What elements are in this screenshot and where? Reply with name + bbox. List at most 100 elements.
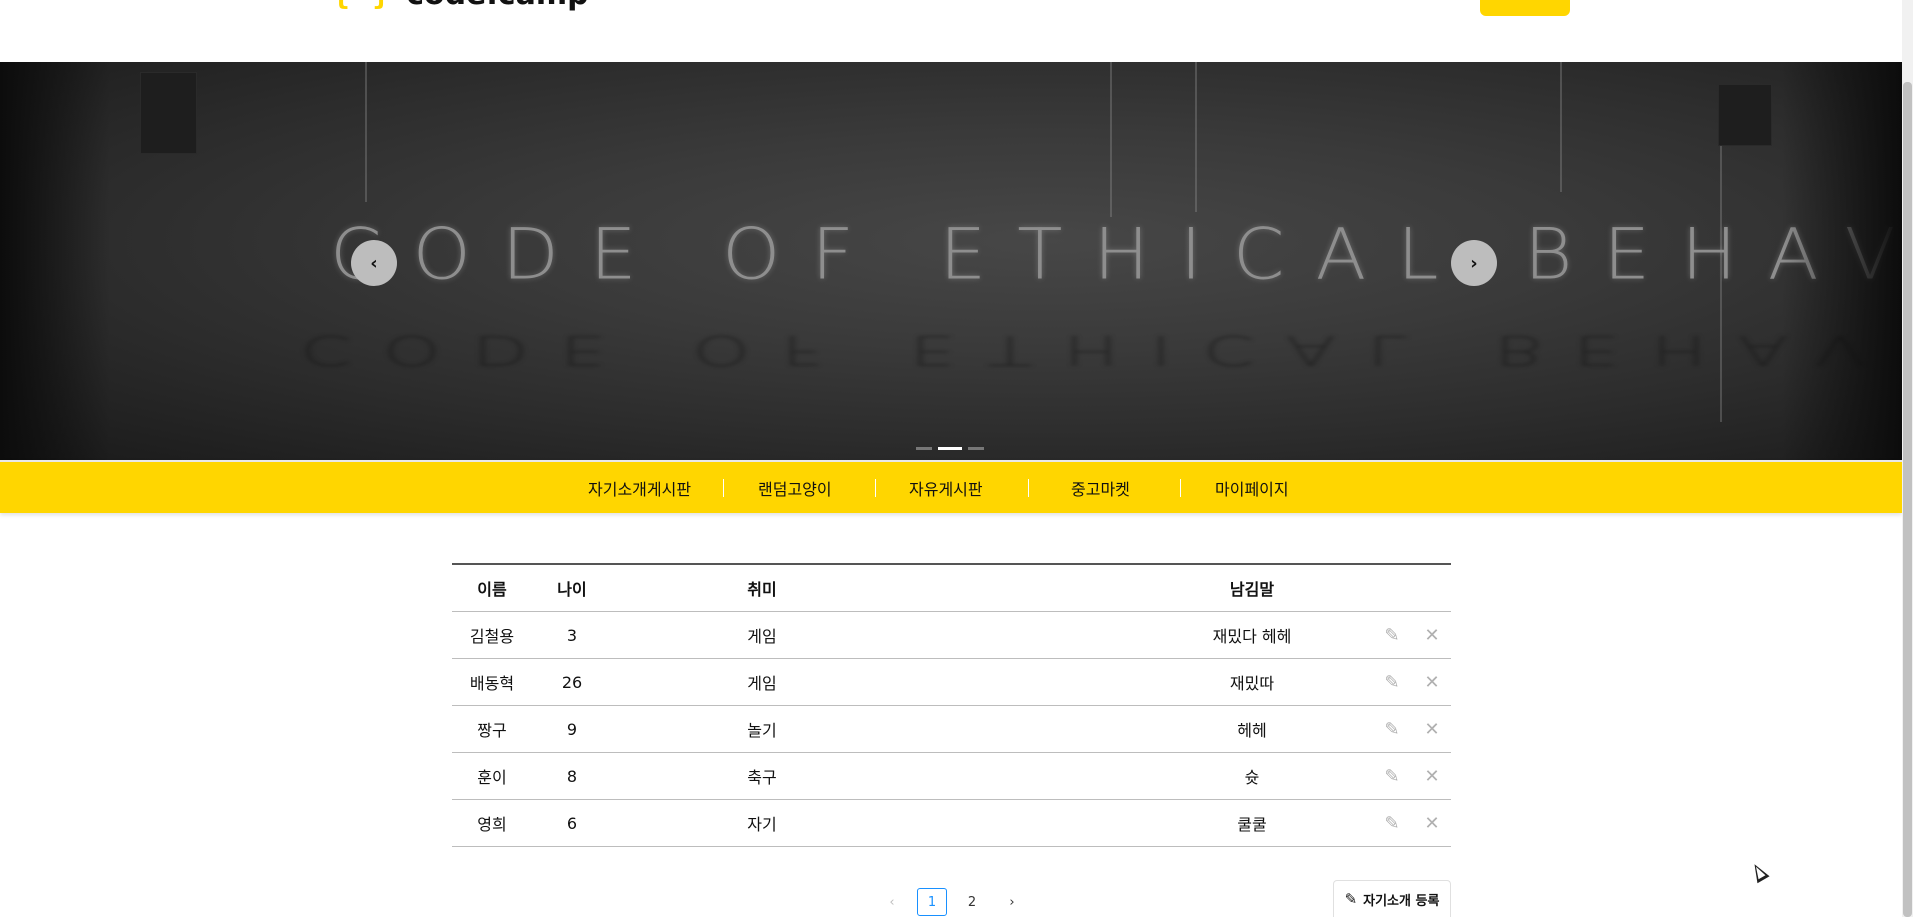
close-icon: ✕	[1424, 812, 1440, 834]
cell-name: 김철용	[469, 627, 515, 646]
close-icon: ✕	[1424, 718, 1440, 740]
pagination-page-2[interactable]: 2	[957, 888, 987, 916]
site-header: { } code.camp	[0, 0, 1902, 62]
delete-button[interactable]: ✕	[1412, 612, 1452, 658]
edit-button[interactable]: ✎	[1372, 659, 1412, 705]
nav-item-label: 중고마켓	[1071, 479, 1130, 499]
nav-item-label: 자유게시판	[909, 479, 983, 499]
table-row: 짱구 9 놀기 헤헤 ✎ ✕	[452, 706, 1451, 753]
chevron-right-icon: ›	[1470, 252, 1478, 274]
pencil-icon: ✎	[1384, 812, 1400, 834]
edit-button[interactable]: ✎	[1372, 800, 1412, 846]
carousel-dot[interactable]	[968, 447, 984, 450]
cell-hobby: 놀기	[747, 721, 777, 740]
vertical-scrollbar[interactable]	[1902, 0, 1913, 917]
nav-item-intro-board[interactable]: 자기소개게시판	[588, 462, 691, 513]
banner-shade-left	[0, 62, 110, 460]
banner-wire	[1110, 62, 1112, 217]
header-age: 나이	[557, 580, 587, 599]
delete-button[interactable]: ✕	[1412, 800, 1452, 846]
register-intro-button-label: 자기소개 등록	[1363, 893, 1440, 909]
page: { } code.camp CODE OF ETHICAL BEHAVIOR C…	[0, 0, 1913, 917]
logo-text: code.camp	[406, 0, 588, 12]
nav-item-my-page[interactable]: 마이페이지	[1215, 462, 1289, 513]
profile-table: 이름 나이 취미 남김말 김철용 3 게임 재밌다 헤헤 ✎ ✕ 배동혁 26 …	[452, 563, 1451, 847]
cell-name: 배동혁	[469, 674, 515, 693]
banner-wire	[1195, 62, 1197, 212]
pagination-page-1[interactable]: 1	[917, 888, 947, 916]
logo[interactable]: { } code.camp	[332, 0, 589, 12]
pencil-icon: ✎	[1344, 890, 1358, 908]
carousel-dot-active[interactable]	[938, 447, 962, 450]
scrollbar-thumb[interactable]	[1903, 82, 1912, 917]
close-icon: ✕	[1424, 624, 1440, 646]
cell-hobby: 게임	[747, 674, 777, 693]
table-row: 영희 6 자기 쿨쿨 ✎ ✕	[452, 800, 1451, 847]
table-header-row: 이름 나이 취미 남김말	[452, 565, 1451, 612]
nav-item-label: 마이페이지	[1215, 479, 1289, 499]
header-message: 남김말	[1229, 580, 1275, 599]
cell-message: 슛	[1244, 768, 1260, 787]
pencil-icon: ✎	[1384, 765, 1400, 787]
header-signup-button[interactable]	[1480, 0, 1570, 16]
banner-neon-text: CODE OF ETHICAL BEHAVIOR	[330, 214, 1902, 296]
cell-age: 26	[561, 672, 583, 692]
main-nav: 자기소개게시판 랜덤고양이 자유게시판 중고마켓 마이페이지	[0, 460, 1902, 513]
cell-hobby: 축구	[747, 768, 777, 787]
carousel-next-button[interactable]: ›	[1451, 240, 1497, 286]
cell-hobby: 자기	[747, 815, 777, 834]
table-row: 배동혁 26 게임 재밌따 ✎ ✕	[452, 659, 1451, 706]
close-icon: ✕	[1424, 765, 1440, 787]
pagination: ‹ 1 2 ›	[877, 888, 1027, 916]
pencil-icon: ✎	[1384, 718, 1400, 740]
delete-button[interactable]: ✕	[1412, 659, 1452, 705]
cell-name: 짱구	[477, 721, 507, 740]
header-name: 이름	[477, 580, 507, 599]
nav-item-label: 랜덤고양이	[758, 479, 832, 499]
nav-separator	[1180, 479, 1181, 497]
pagination-next-button[interactable]: ›	[997, 888, 1027, 916]
edit-button[interactable]: ✎	[1372, 612, 1412, 658]
nav-separator	[875, 479, 876, 497]
banner-neon-reflection: CODE OF ETHICAL BEHAVIOR	[300, 326, 1902, 374]
nav-separator	[1028, 479, 1029, 497]
banner-wall-box	[1718, 84, 1772, 146]
edit-button[interactable]: ✎	[1372, 753, 1412, 799]
header-hobby: 취미	[747, 580, 777, 599]
logo-brace-icon: { }	[332, 0, 392, 12]
cell-hobby: 게임	[747, 627, 777, 646]
register-intro-button[interactable]: ✎ 자기소개 등록	[1333, 880, 1451, 917]
cell-age: 9	[566, 719, 578, 739]
banner-wire	[365, 62, 367, 202]
banner-shade-right	[1782, 62, 1902, 460]
chevron-left-icon: ‹	[370, 252, 378, 274]
delete-button[interactable]: ✕	[1412, 706, 1452, 752]
edit-button[interactable]: ✎	[1372, 706, 1412, 752]
pencil-icon: ✎	[1384, 624, 1400, 646]
carousel-dot[interactable]	[916, 447, 932, 450]
table-row: 김철용 3 게임 재밌다 헤헤 ✎ ✕	[452, 612, 1451, 659]
nav-item-free-board[interactable]: 자유게시판	[909, 462, 983, 513]
carousel-dots	[916, 447, 984, 450]
cell-message: 재밌따	[1229, 674, 1275, 693]
cell-age: 8	[566, 766, 578, 786]
banner-carousel: CODE OF ETHICAL BEHAVIOR CODE OF ETHICAL…	[0, 62, 1902, 460]
mouse-cursor-icon	[1748, 860, 1770, 884]
cell-message: 헤헤	[1237, 721, 1267, 740]
nav-item-random-cat[interactable]: 랜덤고양이	[758, 462, 832, 513]
cell-name: 훈이	[477, 768, 507, 787]
cell-age: 6	[566, 813, 578, 833]
delete-button[interactable]: ✕	[1412, 753, 1452, 799]
table-row: 훈이 8 축구 슛 ✎ ✕	[452, 753, 1451, 800]
nav-item-label: 자기소개게시판	[588, 479, 692, 499]
banner-wire	[1560, 62, 1562, 192]
pagination-prev-button[interactable]: ‹	[877, 888, 907, 916]
cell-message: 재밌다 헤헤	[1212, 627, 1292, 646]
cell-message: 쿨쿨	[1237, 815, 1267, 834]
pencil-icon: ✎	[1384, 671, 1400, 693]
nav-item-used-market[interactable]: 중고마켓	[1071, 462, 1130, 513]
carousel-prev-button[interactable]: ‹	[351, 240, 397, 286]
cell-name: 영희	[477, 815, 507, 834]
nav-separator	[723, 479, 724, 497]
banner-wall-box	[140, 72, 197, 154]
